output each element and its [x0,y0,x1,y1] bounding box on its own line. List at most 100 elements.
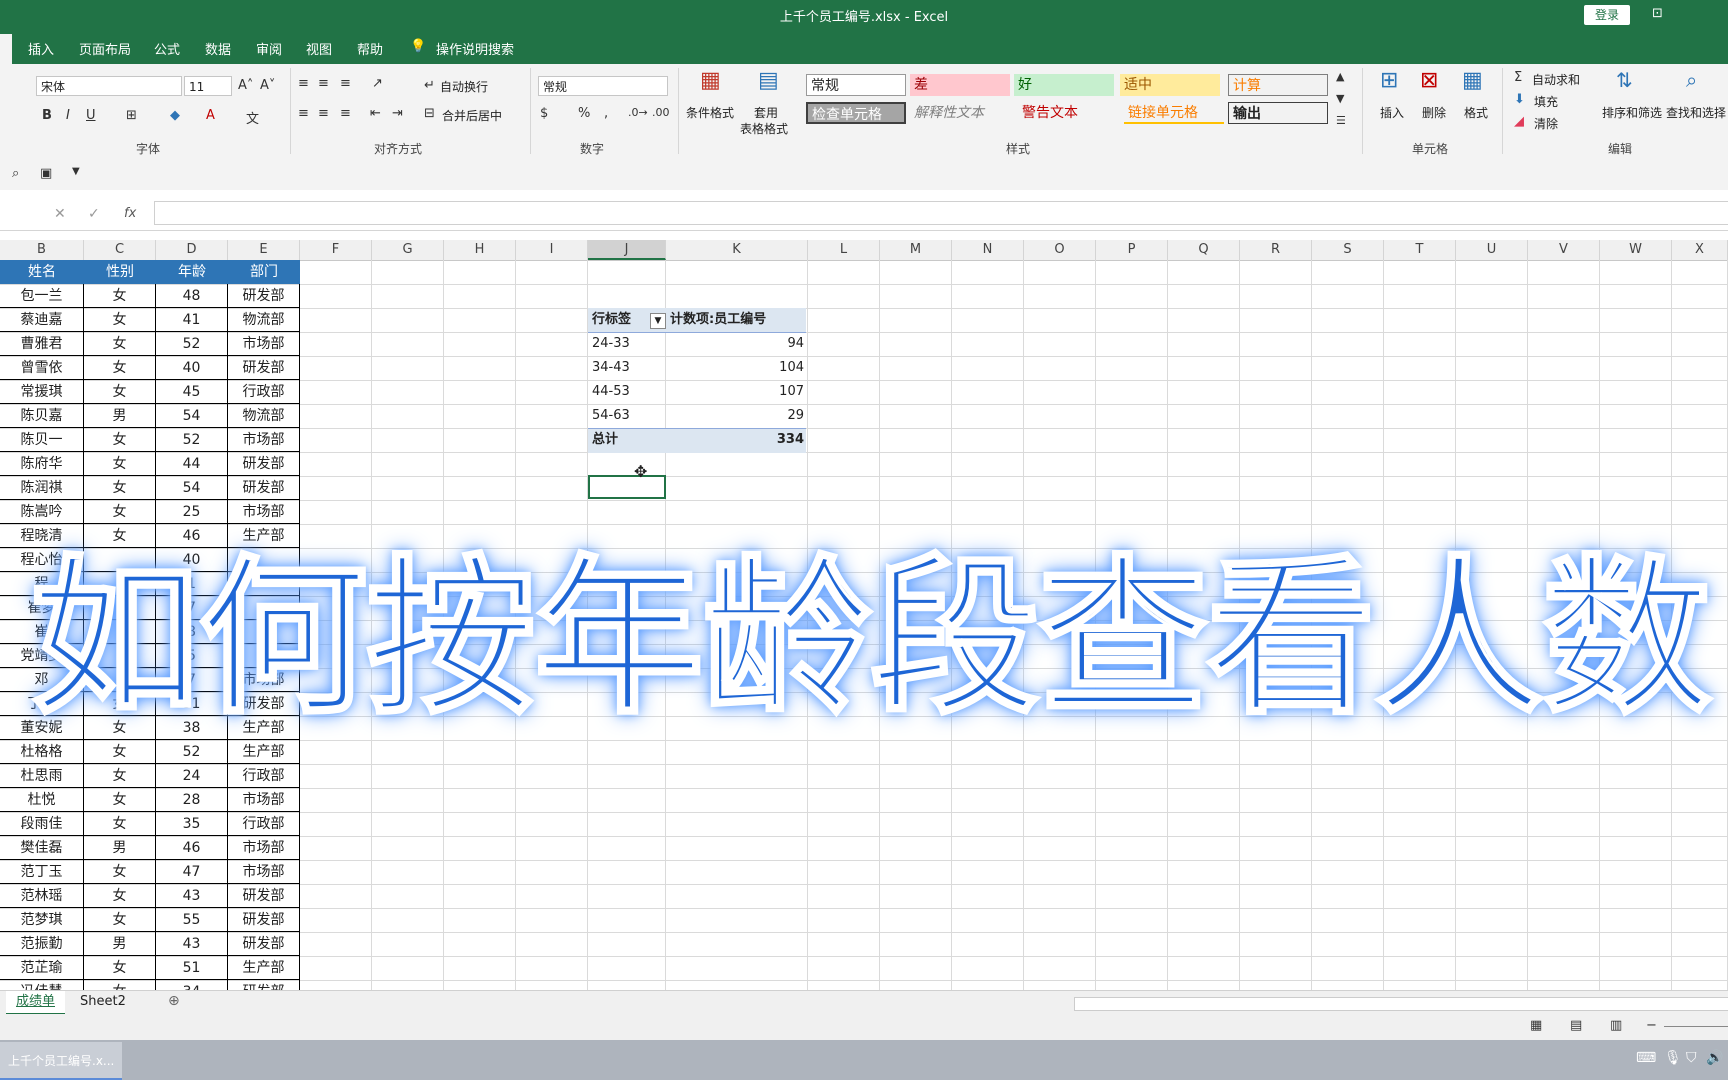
style-calc[interactable]: 计算 [1228,74,1328,96]
table-cell[interactable]: 生产部 [228,740,300,764]
table-cell[interactable]: 52 [156,332,228,356]
clear-icon[interactable]: ◢ [1514,114,1524,129]
orientation-icon[interactable]: ↗ [372,76,383,91]
tab-home-selected[interactable] [0,34,12,64]
table-cell[interactable]: 女 [84,956,156,980]
insert-function-button[interactable]: fx [124,206,136,221]
column-header[interactable]: I [516,240,588,260]
table-cell[interactable]: 51 [156,956,228,980]
column-header[interactable]: V [1528,240,1600,260]
table-cell[interactable]: 28 [156,788,228,812]
table-cell[interactable]: 43 [156,932,228,956]
comma-button[interactable]: , [604,106,608,121]
table-cell[interactable]: 行政部 [228,764,300,788]
fill-color-icon[interactable]: ◆ [170,108,180,123]
table-cell[interactable]: 物流部 [228,404,300,428]
tab-formulas[interactable]: 公式 [154,39,180,58]
pivot-value-cell[interactable]: 94 [740,332,804,356]
column-header[interactable]: M [880,240,952,260]
column-header[interactable]: J [588,240,666,260]
decrease-indent-icon[interactable]: ⇤ [370,106,381,121]
pivot-filter-dropdown[interactable]: ▼ [650,313,666,329]
accounting-icon[interactable]: $ [540,106,548,121]
table-cell[interactable]: 41 [156,308,228,332]
autosum-icon[interactable]: Σ [1514,70,1522,85]
conditional-format-button[interactable]: 条件格式 [686,104,734,121]
delete-cells-button[interactable]: 删除 [1422,104,1446,121]
column-header[interactable]: G [372,240,444,260]
tab-help[interactable]: 帮助 [357,39,383,58]
table-cell[interactable]: 女 [84,476,156,500]
screenshot-icon[interactable]: ▣ [40,166,52,181]
merge-center-button[interactable]: 合并后居中 [442,107,502,124]
table-cell[interactable]: 女 [84,380,156,404]
font-color-icon[interactable]: A [206,108,215,123]
table-cell[interactable]: 女 [84,452,156,476]
tab-insert[interactable]: 插入 [28,39,54,58]
pivot-value-cell[interactable]: 29 [740,404,804,428]
table-cell[interactable]: 女 [84,332,156,356]
pivot-value-cell[interactable]: 104 [740,356,804,380]
style-bad[interactable]: 差 [910,74,1010,96]
column-header[interactable]: Q [1168,240,1240,260]
column-header[interactable]: U [1456,240,1528,260]
find-select-button[interactable]: 查找和选择 [1666,104,1726,121]
table-cell[interactable]: 范丁玉 [0,860,84,884]
table-cell[interactable]: 女 [84,308,156,332]
pivot-row-label-cell[interactable]: 54-63 [592,404,630,428]
table-cell[interactable]: 范振勤 [0,932,84,956]
bold-button[interactable]: B [42,108,52,123]
table-cell[interactable]: 曹雅君 [0,332,84,356]
increase-font-icon[interactable]: A˄ [238,78,253,93]
table-cell[interactable]: 女 [84,284,156,308]
merge-icon[interactable]: ⊟ [424,106,435,121]
table-cell[interactable]: 范梦琪 [0,908,84,932]
table-cell[interactable]: 物流部 [228,308,300,332]
page-break-view-icon[interactable]: ▥ [1610,1018,1622,1033]
table-cell[interactable]: 女 [84,428,156,452]
table-cell[interactable]: 行政部 [228,380,300,404]
login-button[interactable]: 登录 [1584,5,1630,25]
pivot-value-cell[interactable]: 107 [740,380,804,404]
column-header[interactable]: N [952,240,1024,260]
align-middle-icon[interactable]: ≡ [318,76,329,91]
sort-filter-icon[interactable]: ⇅ [1616,68,1633,92]
table-cell[interactable]: 曾雪依 [0,356,84,380]
font-name-select[interactable]: 宋体 [36,76,182,96]
tab-data[interactable]: 数据 [205,39,231,58]
volume-icon[interactable]: 🔊 [1706,1050,1723,1066]
table-cell[interactable]: 市场部 [228,836,300,860]
table-cell[interactable]: 段雨佳 [0,812,84,836]
align-center-icon[interactable]: ≡ [318,106,329,121]
shield-icon[interactable]: ⛉ [1686,1050,1697,1066]
table-cell[interactable]: 研发部 [228,932,300,956]
delete-cells-icon[interactable]: ⊠ [1420,68,1438,93]
table-cell[interactable]: 44 [156,452,228,476]
table-cell[interactable]: 40 [156,356,228,380]
style-check[interactable]: 检查单元格 [806,102,906,124]
column-header[interactable]: L [808,240,880,260]
table-cell[interactable]: 45 [156,380,228,404]
tab-page-layout[interactable]: 页面布局 [79,39,131,58]
style-warn[interactable]: 警告文本 [1018,102,1118,124]
italic-button[interactable]: I [66,108,70,123]
table-format-button[interactable]: 套用 [754,104,778,121]
underline-button[interactable]: U [86,108,96,123]
sheet-tab[interactable]: Sheet2 [80,994,126,1009]
decrease-decimal-icon[interactable]: .00 [652,106,670,119]
formula-input[interactable] [154,201,1728,225]
microphone-icon[interactable]: 🎙 [1664,1050,1682,1066]
border-icon[interactable]: ⊞ [126,108,137,123]
column-header[interactable]: C [84,240,156,260]
font-size-select[interactable]: 11 [184,76,232,96]
insert-cells-button[interactable]: 插入 [1380,104,1404,121]
horizontal-scrollbar[interactable] [1074,997,1728,1011]
table-cell[interactable]: 生产部 [228,956,300,980]
table-cell[interactable]: 46 [156,836,228,860]
table-cell[interactable]: 43 [156,884,228,908]
clear-button[interactable]: 清除 [1534,115,1558,132]
table-cell[interactable]: 杜思雨 [0,764,84,788]
column-header[interactable]: S [1312,240,1384,260]
column-header[interactable]: T [1384,240,1456,260]
sheet-tab-active[interactable]: 成绩单 [6,991,66,1015]
